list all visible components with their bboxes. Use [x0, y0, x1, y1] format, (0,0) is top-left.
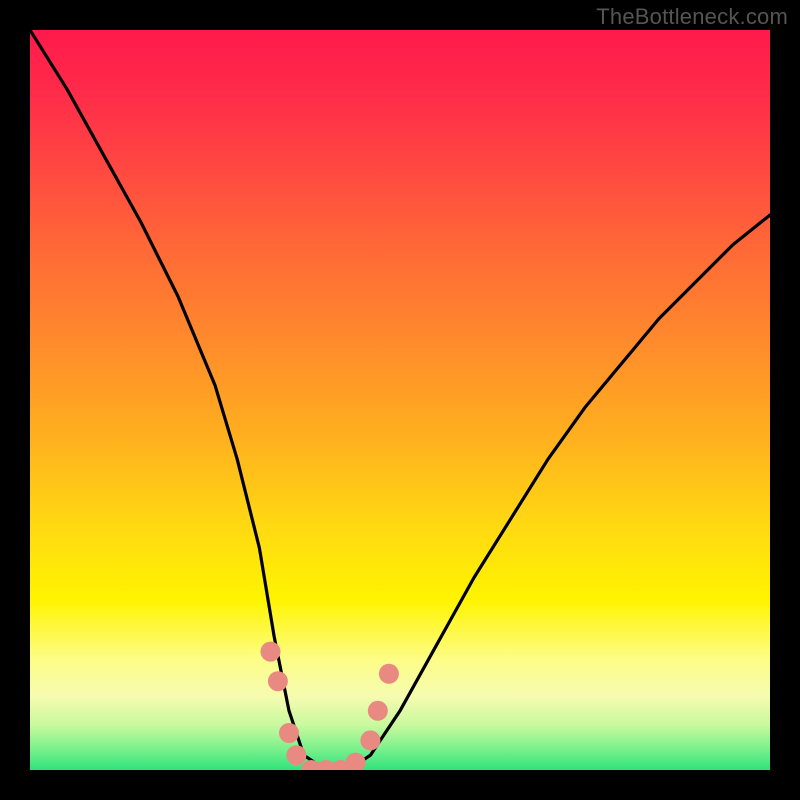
watermark-text: TheBottleneck.com	[596, 4, 788, 30]
bottleneck-curve	[30, 30, 770, 770]
apex-marker	[379, 664, 399, 684]
apex-marker	[286, 745, 306, 765]
apex-marker	[346, 753, 366, 770]
curve-layer	[30, 30, 770, 770]
apex-marker	[279, 723, 299, 743]
apex-marker	[268, 671, 288, 691]
apex-marker	[368, 701, 388, 721]
plot-area	[30, 30, 770, 770]
apex-marker	[261, 642, 281, 662]
apex-marker	[360, 730, 380, 750]
chart-frame: TheBottleneck.com	[0, 0, 800, 800]
